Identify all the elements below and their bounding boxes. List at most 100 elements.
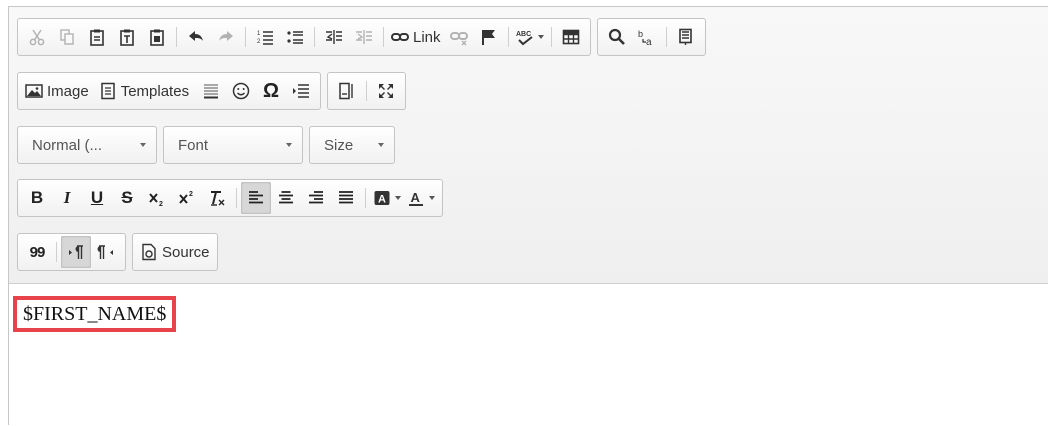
separator <box>56 242 57 262</box>
unlink-button[interactable] <box>444 21 474 53</box>
show-blocks-button[interactable] <box>332 75 362 107</box>
image-button[interactable]: Image <box>22 75 92 107</box>
template-icon <box>100 82 115 100</box>
format-value: Normal (... <box>32 136 103 154</box>
paste-word-button[interactable] <box>142 21 172 53</box>
select-all-button[interactable] <box>671 21 701 53</box>
maximize-button[interactable] <box>371 75 401 107</box>
numbered-list-button[interactable]: 12 <box>250 21 280 53</box>
justify-button[interactable] <box>331 182 361 214</box>
smiley-button[interactable] <box>226 75 256 107</box>
source-group: Source <box>132 233 218 271</box>
strikethrough-button[interactable]: S <box>112 182 142 214</box>
editor-content-area[interactable]: $FIRST_NAME$ <box>9 284 1048 426</box>
clipboard-icon <box>90 29 104 46</box>
subscript-button[interactable]: 2 <box>142 182 172 214</box>
toolbar-row-3: Normal (... Font Size <box>17 126 395 164</box>
omega-icon: Ω <box>263 79 280 102</box>
search-icon <box>608 28 625 45</box>
anchor-button[interactable] <box>474 21 504 53</box>
separator <box>550 27 552 47</box>
size-select[interactable]: Size <box>309 126 395 164</box>
redo-button[interactable] <box>211 21 241 53</box>
insert-group: Image Templates Ω <box>17 72 322 110</box>
horizontal-line-button[interactable] <box>196 75 226 107</box>
subscript-icon: 2 <box>149 193 163 207</box>
rtl-button[interactable] <box>91 236 121 268</box>
toolbar-row-1: 12 Link ABC b a <box>17 18 706 56</box>
separator <box>176 27 177 47</box>
svg-text:A: A <box>378 194 386 206</box>
dropdown-caret <box>395 196 401 200</box>
background-color-button[interactable]: A <box>370 182 404 214</box>
bulleted-list-button[interactable] <box>280 21 310 53</box>
undo-button[interactable] <box>181 21 211 53</box>
rich-text-editor: 12 Link ABC b a Image Templates Ω Normal… <box>8 6 1048 426</box>
decrease-indent-button[interactable] <box>319 21 349 53</box>
underline-icon: U <box>90 188 104 207</box>
image-label: Image <box>47 82 89 100</box>
paste-text-button[interactable] <box>112 21 142 53</box>
italic-icon: I <box>63 188 71 207</box>
align-left-button[interactable] <box>241 182 271 214</box>
align-center-button[interactable] <box>271 182 301 214</box>
align-center-icon <box>279 191 293 204</box>
underline-button[interactable]: U <box>82 182 112 214</box>
separator <box>314 27 315 47</box>
cut-button[interactable] <box>22 21 52 53</box>
align-right-button[interactable] <box>301 182 331 214</box>
page-break-button[interactable] <box>286 75 316 107</box>
separator <box>383 27 384 47</box>
paste-button[interactable] <box>82 21 112 53</box>
text-direction-ltr-icon <box>69 245 83 259</box>
superscript-icon: 2 <box>179 191 193 204</box>
editor-toolbar: 12 Link ABC b a Image Templates Ω Normal… <box>9 7 1048 284</box>
numbered-list-icon: 12 <box>257 31 273 45</box>
find-button[interactable] <box>602 21 632 53</box>
replace-button[interactable]: ba <box>632 21 662 53</box>
select-all-icon <box>678 28 692 45</box>
superscript-button[interactable]: 2 <box>172 182 202 214</box>
dropdown-caret <box>429 196 435 200</box>
link-button[interactable]: Link <box>388 21 444 53</box>
smiley-icon <box>232 82 250 100</box>
background-color-icon: A <box>374 191 390 206</box>
svg-text:A: A <box>411 190 421 205</box>
quote-icon: 99 <box>29 243 46 261</box>
scissors-icon <box>29 29 45 46</box>
toolbar-row-4: B I U S 2 2 A A <box>17 179 443 217</box>
separator <box>366 81 368 101</box>
increase-indent-button[interactable] <box>349 21 379 53</box>
separator <box>665 27 667 47</box>
svg-text:a: a <box>646 37 652 46</box>
font-value: Font <box>178 136 209 154</box>
ltr-button[interactable] <box>61 236 91 268</box>
show-blocks-icon <box>339 82 353 100</box>
first-name-variable: $FIRST_NAME$ <box>13 296 177 332</box>
source-button[interactable]: Source <box>137 236 213 268</box>
table-button[interactable] <box>556 21 586 53</box>
separator <box>236 188 237 208</box>
remove-format-button[interactable] <box>202 182 232 214</box>
separator <box>245 27 246 47</box>
dropdown-caret <box>537 35 544 39</box>
format-select[interactable]: Normal (... <box>17 126 157 164</box>
text-color-button[interactable]: A <box>404 182 438 214</box>
spell-check-button[interactable]: ABC <box>513 21 547 53</box>
toolbar-row-5: 99 Source <box>17 233 218 271</box>
italic-button[interactable]: I <box>52 182 82 214</box>
remove-format-icon <box>211 191 225 206</box>
undo-icon <box>189 31 203 41</box>
bold-button[interactable]: B <box>22 182 52 214</box>
spell-check-icon: ABC <box>516 31 533 46</box>
paste-text-icon <box>120 29 134 46</box>
align-left-icon <box>249 191 263 204</box>
copy-button[interactable] <box>52 21 82 53</box>
special-char-button[interactable]: Ω <box>256 75 286 107</box>
paste-word-icon <box>150 29 164 46</box>
font-select[interactable]: Font <box>163 126 303 164</box>
svg-text:2: 2 <box>159 201 163 207</box>
blockquote-button[interactable]: 99 <box>22 236 52 268</box>
templates-button[interactable]: Templates <box>96 75 192 107</box>
separator <box>365 188 366 208</box>
